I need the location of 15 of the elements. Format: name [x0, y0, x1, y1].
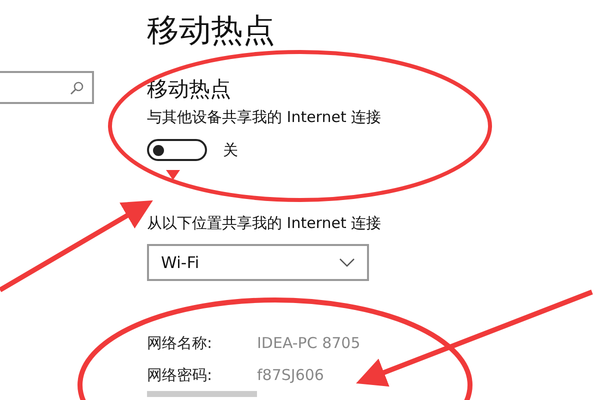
dropdown[interactable]: Wi-Fi — [147, 244, 369, 281]
field-label: 网络名称: — [147, 333, 214, 353]
search-icon — [70, 80, 84, 94]
field-label: 网络密码: — [147, 365, 214, 385]
description-text: 与其他设备共享我的 Internet 连接 — [147, 107, 382, 127]
search-field[interactable] — [0, 71, 94, 104]
toggle-switch[interactable] — [147, 139, 207, 161]
field-value: IDEA-PC 8705 — [257, 333, 360, 353]
toggle-label: 关 — [223, 140, 238, 160]
field-value: f87SJ606 — [257, 365, 324, 385]
page-title: 移动热点 — [147, 10, 276, 50]
chevron-icon — [339, 258, 355, 268]
annotation-pointer — [166, 170, 180, 180]
field-label: 从以下位置共享我的 Internet 连接 — [147, 213, 382, 233]
section-heading: 移动热点 — [147, 76, 232, 102]
